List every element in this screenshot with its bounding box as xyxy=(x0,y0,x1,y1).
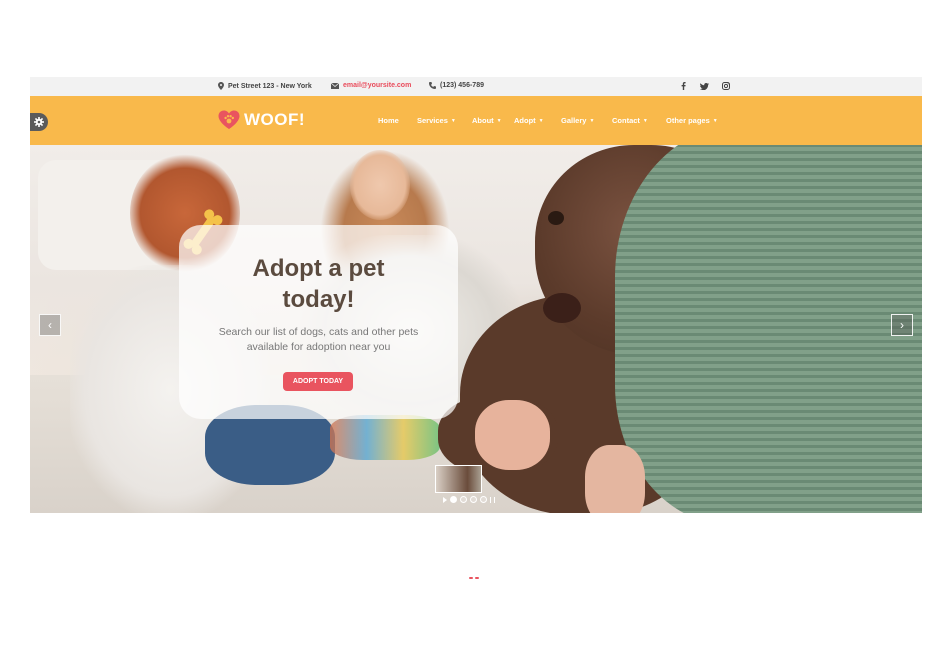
hero-subtitle-line: Search our list of dogs, cats and other … xyxy=(218,326,419,338)
hero-title-line: Adopt a pet xyxy=(252,255,385,282)
address-item: Pet Street 123 - New York xyxy=(218,82,312,90)
hero-text-card: Adopt a pet today! Search our list of do… xyxy=(179,225,458,419)
prev-slide-button[interactable]: ‹ xyxy=(39,314,61,336)
slide-thumbnail-preview xyxy=(435,465,482,493)
phone-text: (123) 456-789 xyxy=(440,82,484,89)
facebook-icon[interactable] xyxy=(678,81,688,91)
photo-hand xyxy=(475,400,550,470)
hero-subtitle: Search our list of dogs, cats and other … xyxy=(179,325,458,355)
map-marker-icon xyxy=(218,82,224,90)
menu-label: Contact xyxy=(612,116,640,125)
menu-label: About xyxy=(472,116,494,125)
slider-pagination xyxy=(443,496,495,503)
photo-toys xyxy=(330,415,440,460)
menu-item-services[interactable]: Services ▼ xyxy=(417,116,472,125)
photo-puppy-eye-left xyxy=(548,211,564,225)
photo-arm-skin xyxy=(585,445,645,513)
phone-item: (123) 456-789 xyxy=(429,82,484,89)
menu-label: Adopt xyxy=(514,116,536,125)
hero-title-line: today! xyxy=(282,286,355,313)
caret-down-icon: ▼ xyxy=(496,117,502,124)
caret-down-icon: ▼ xyxy=(450,117,456,124)
menu-label: Other pages xyxy=(666,116,710,125)
main-navbar: WOOF! Home Services ▼ About ▼ Adopt ▼ Ga… xyxy=(30,96,922,145)
caret-down-icon: ▼ xyxy=(712,117,718,124)
photo-plaid-sleeve xyxy=(615,145,922,513)
slide-dot[interactable] xyxy=(450,496,457,503)
gear-icon xyxy=(34,117,44,127)
caret-down-icon: ▼ xyxy=(642,117,648,124)
email-item[interactable]: email@yoursite.com xyxy=(331,82,411,89)
menu-item-about[interactable]: About ▼ xyxy=(472,116,514,125)
menu-item-adopt[interactable]: Adopt ▼ xyxy=(514,116,561,125)
play-icon[interactable] xyxy=(443,496,447,503)
caret-down-icon: ▼ xyxy=(589,117,595,124)
hero-title: Adopt a pet today! xyxy=(179,253,458,315)
email-link[interactable]: email@yoursite.com xyxy=(343,82,411,89)
settings-toggle[interactable] xyxy=(30,113,48,131)
menu-item-home[interactable]: Home xyxy=(378,116,417,125)
chevron-left-icon: ‹ xyxy=(48,318,52,332)
loader-dot xyxy=(475,577,479,579)
menu-item-contact[interactable]: Contact ▼ xyxy=(612,116,666,125)
address-text: Pet Street 123 - New York xyxy=(228,82,312,90)
menu-item-other-pages[interactable]: Other pages ▼ xyxy=(666,116,726,125)
main-menu: Home Services ▼ About ▼ Adopt ▼ Gallery … xyxy=(378,116,726,125)
loader-dot xyxy=(469,577,473,579)
brand-logo[interactable]: WOOF! xyxy=(218,110,305,130)
pause-icon[interactable] xyxy=(490,496,495,503)
menu-label: Gallery xyxy=(561,116,587,125)
adopt-today-button[interactable]: ADOPT TODAY xyxy=(283,372,353,391)
photo-puppy-nose xyxy=(543,293,581,323)
photo-person-center-face xyxy=(350,150,410,220)
menu-label: Home xyxy=(378,116,399,125)
next-slide-button[interactable]: › xyxy=(891,314,913,336)
loading-indicator xyxy=(469,577,479,579)
twitter-icon[interactable] xyxy=(699,81,709,91)
chevron-right-icon: › xyxy=(900,318,904,332)
brand-name: WOOF! xyxy=(244,110,306,129)
envelope-icon xyxy=(331,82,339,89)
top-info-bar: Pet Street 123 - New York email@yoursite… xyxy=(30,77,922,96)
slide-dot[interactable] xyxy=(480,496,487,503)
instagram-icon[interactable] xyxy=(721,81,731,91)
hero-slider: Adopt a pet today! Search our list of do… xyxy=(30,145,922,513)
slide-dot[interactable] xyxy=(470,496,477,503)
menu-label: Services xyxy=(417,116,448,125)
menu-item-gallery[interactable]: Gallery ▼ xyxy=(561,116,612,125)
caret-down-icon: ▼ xyxy=(538,117,544,124)
slide-dot[interactable] xyxy=(460,496,467,503)
hero-subtitle-line: available for adoption near you xyxy=(246,341,391,353)
heart-paw-logo-icon xyxy=(218,110,240,129)
phone-icon xyxy=(429,82,436,89)
